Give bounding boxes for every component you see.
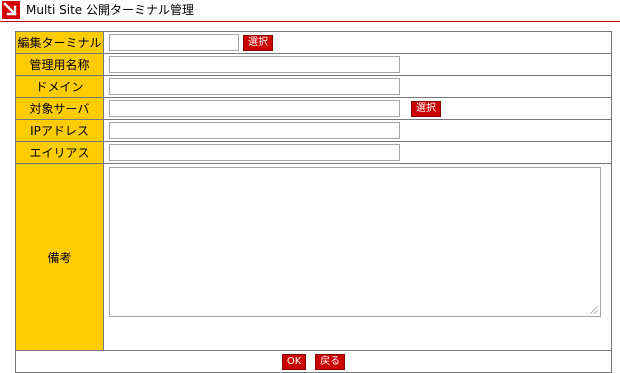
page-header: Multi Site 公開ターミナル管理: [0, 0, 620, 22]
row-alias: エイリアス: [15, 141, 612, 164]
row-memo: 備考: [15, 163, 612, 351]
footer-buttons: OK 戻る: [15, 350, 612, 373]
edit-terminal-select-button[interactable]: 選択: [243, 34, 273, 51]
terminal-form: 編集ターミナル 選択 管理用名称 ドメイン 対象サーバ 選択 IPアドレス エイ…: [15, 31, 612, 373]
row-edit-terminal: 編集ターミナル 選択: [15, 31, 612, 54]
alias-label: エイリアス: [15, 141, 104, 164]
ok-button[interactable]: OK: [281, 353, 307, 370]
domain-input[interactable]: [109, 78, 400, 95]
ip-address-input[interactable]: [109, 122, 400, 139]
target-server-select-button[interactable]: 選択: [411, 100, 441, 117]
target-server-input[interactable]: [109, 100, 400, 117]
resize-grip-icon[interactable]: [590, 306, 598, 314]
row-admin-name: 管理用名称: [15, 53, 612, 76]
target-server-label: 対象サーバ: [15, 97, 104, 120]
row-ip-address: IPアドレス: [15, 119, 612, 142]
edit-terminal-input[interactable]: [109, 34, 239, 51]
red-arrow-logo-icon: [2, 1, 20, 19]
back-button[interactable]: 戻る: [315, 353, 346, 370]
row-target-server: 対象サーバ 選択: [15, 97, 612, 120]
page-title: Multi Site 公開ターミナル管理: [26, 3, 195, 17]
ip-address-label: IPアドレス: [15, 119, 104, 142]
memo-textarea[interactable]: [109, 167, 601, 317]
domain-label: ドメイン: [15, 75, 104, 98]
alias-input[interactable]: [109, 144, 400, 161]
edit-terminal-label: 編集ターミナル: [15, 31, 104, 54]
row-domain: ドメイン: [15, 75, 612, 98]
admin-name-label: 管理用名称: [15, 53, 104, 76]
memo-label: 備考: [15, 163, 104, 351]
form-footer: OK 戻る: [15, 350, 612, 373]
admin-name-input[interactable]: [109, 56, 400, 73]
